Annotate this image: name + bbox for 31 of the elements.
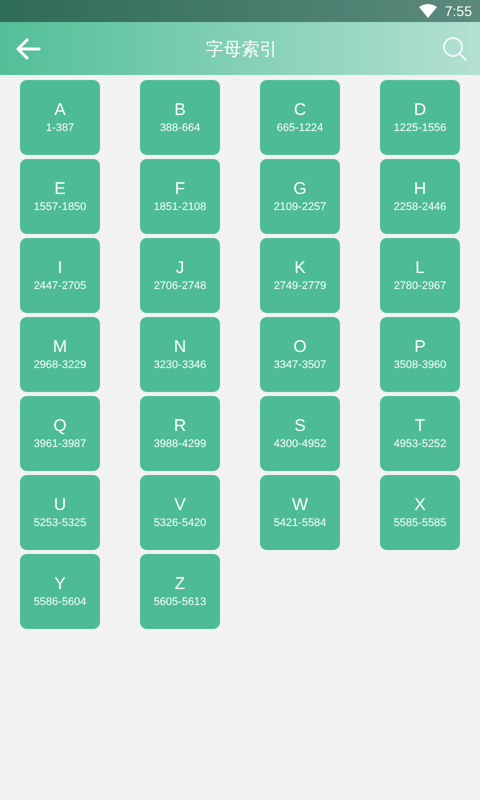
letter-tile[interactable]: C 665-1224 <box>260 80 340 155</box>
status-time: 7:55 <box>444 3 472 19</box>
letter-tile[interactable]: W 5421-5584 <box>260 475 340 550</box>
letter-tile[interactable]: U 5253-5325 <box>20 475 100 550</box>
letter-tile[interactable]: F 1851-2108 <box>140 159 220 234</box>
letter-tile[interactable]: Q 3961-3987 <box>20 396 100 471</box>
back-arrow-icon[interactable] <box>15 38 41 60</box>
letter-tile[interactable]: J 2706-2748 <box>140 238 220 313</box>
letter-tile[interactable]: K 2749-2779 <box>260 238 340 313</box>
letter-tile[interactable]: Z 5605-5613 <box>140 554 220 629</box>
letter-tile[interactable]: N 3230-3346 <box>140 317 220 392</box>
letter-tile[interactable]: R 3988-4299 <box>140 396 220 471</box>
letter-tile[interactable]: B 388-664 <box>140 80 220 155</box>
letter-tile[interactable]: L 2780-2967 <box>380 238 460 313</box>
search-icon[interactable] <box>442 36 468 62</box>
letter-tile[interactable]: G 2109-2257 <box>260 159 340 234</box>
letter-tile[interactable]: V 5326-5420 <box>140 475 220 550</box>
letter-tile[interactable]: S 4300-4952 <box>260 396 340 471</box>
letter-tile[interactable]: T 4953-5252 <box>380 396 460 471</box>
letter-tile[interactable]: H 2258-2446 <box>380 159 460 234</box>
letter-tile[interactable]: M 2968-3229 <box>20 317 100 392</box>
letter-tile[interactable]: D 1225-1556 <box>380 80 460 155</box>
header-title: 字母索引 <box>206 38 278 60</box>
wifi-icon <box>418 4 437 18</box>
letter-tile[interactable]: E 1557-1850 <box>20 159 100 234</box>
letter-tile[interactable]: A 1-387 <box>20 80 100 155</box>
letter-tile[interactable]: O 3347-3507 <box>260 317 340 392</box>
letter-tile[interactable]: X 5585-5585 <box>380 475 460 550</box>
letter-tile[interactable]: Y 5586-5604 <box>20 554 100 629</box>
letter-tile[interactable]: I 2447-2705 <box>20 238 100 313</box>
letter-tile[interactable]: P 3508-3960 <box>380 317 460 392</box>
